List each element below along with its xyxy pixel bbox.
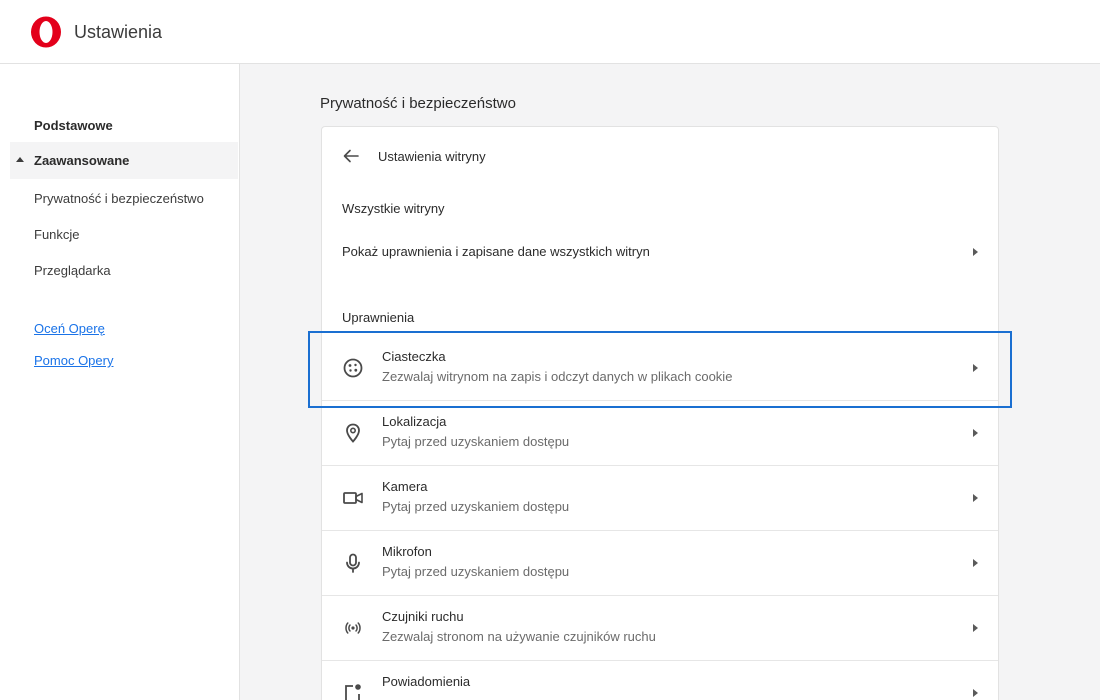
sidebar: Podstawowe Zaawansowane Prywatność i bez…: [0, 64, 240, 700]
permission-row-camera[interactable]: Kamera Pytaj przed uzyskaniem dostępu: [322, 466, 998, 531]
chevron-right-icon: [973, 494, 978, 502]
top-bar: Ustawienia: [0, 0, 1100, 64]
opera-help-link[interactable]: Pomoc Opery: [34, 353, 113, 368]
chevron-right-icon: [973, 248, 978, 256]
chevron-right-icon: [973, 364, 978, 372]
chevron-right-icon: [973, 559, 978, 567]
sidebar-section-advanced[interactable]: Zaawansowane: [10, 142, 238, 179]
cookie-icon: [343, 358, 363, 378]
permission-title: Ciasteczka: [382, 349, 446, 364]
permission-row-motion-sensors[interactable]: Czujniki ruchu Zezwalaj stronom na używa…: [322, 596, 998, 661]
permission-title: Czujniki ruchu: [382, 609, 464, 624]
permission-desc: Zezwalaj witrynom na zapis i odczyt dany…: [382, 369, 733, 384]
caret-up-icon: [16, 157, 24, 162]
permission-title: Kamera: [382, 479, 428, 494]
permission-title: Lokalizacja: [382, 414, 447, 429]
opera-logo-icon: [31, 16, 61, 48]
permission-row-notifications[interactable]: Powiadomienia: [322, 661, 998, 700]
chevron-right-icon: [973, 429, 978, 437]
motion-sensor-icon: [345, 622, 361, 634]
chevron-right-icon: [973, 689, 978, 697]
microphone-icon: [346, 553, 360, 573]
camera-icon: [343, 492, 363, 504]
permission-desc: Pytaj przed uzyskaniem dostępu: [382, 499, 570, 514]
card-title: Ustawienia witryny: [378, 149, 486, 164]
permission-title: Powiadomienia: [382, 674, 471, 689]
all-sites-label: Pokaż uprawnienia i zapisane dane wszyst…: [342, 244, 650, 259]
all-sites-row[interactable]: Pokaż uprawnienia i zapisane dane wszyst…: [322, 232, 998, 272]
permission-desc: Zezwalaj stronom na używanie czujników r…: [382, 629, 656, 644]
card-header: Ustawienia witryny: [322, 127, 998, 185]
permission-desc: Pytaj przed uzyskaniem dostępu: [382, 564, 570, 579]
sidebar-section-advanced-label: Zaawansowane: [34, 153, 130, 168]
permission-title: Mikrofon: [382, 544, 432, 559]
location-pin-icon: [346, 423, 360, 443]
app-title: Ustawienia: [74, 22, 163, 42]
back-arrow-icon[interactable]: [342, 147, 360, 165]
sidebar-item-privacy[interactable]: Prywatność i bezpieczeństwo: [34, 191, 204, 206]
sidebar-section-basic[interactable]: Podstawowe: [34, 118, 113, 133]
sidebar-item-browser[interactable]: Przeglądarka: [34, 263, 111, 278]
chevron-right-icon: [973, 624, 978, 632]
page-title: Prywatność i bezpieczeństwo: [320, 95, 516, 112]
site-settings-card: Ustawienia witryny Wszystkie witryny Pok…: [321, 126, 999, 700]
permission-row-cookies[interactable]: Ciasteczka Zezwalaj witrynom na zapis i …: [322, 336, 998, 401]
all-sites-header: Wszystkie witryny: [342, 201, 445, 216]
sidebar-item-features[interactable]: Funkcje: [34, 227, 80, 242]
permission-row-location[interactable]: Lokalizacja Pytaj przed uzyskaniem dostę…: [322, 401, 998, 466]
permission-desc: Pytaj przed uzyskaniem dostępu: [382, 434, 570, 449]
rate-opera-link[interactable]: Oceń Operę: [34, 321, 105, 336]
notification-icon: [345, 684, 361, 700]
permission-row-microphone[interactable]: Mikrofon Pytaj przed uzyskaniem dostępu: [322, 531, 998, 596]
permissions-header: Uprawnienia: [342, 310, 415, 325]
